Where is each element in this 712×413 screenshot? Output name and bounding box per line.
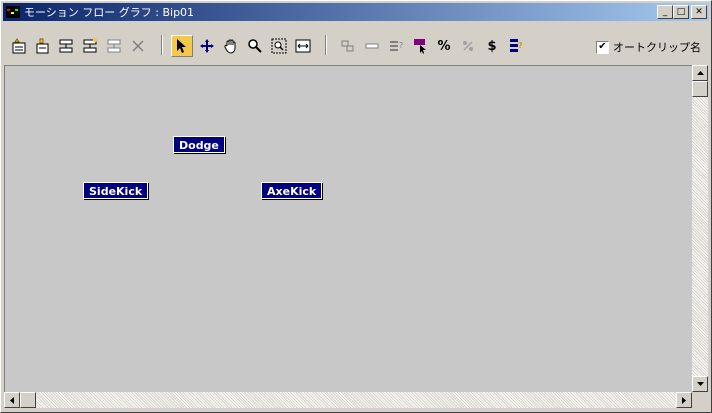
zoom-region-icon[interactable]: [268, 35, 290, 57]
scroll-left-button[interactable]: [4, 392, 20, 408]
optimize-icon[interactable]: ?: [505, 35, 527, 57]
toolbar: ? % $ ? ✔ オートクリップ名: [3, 25, 709, 65]
vertical-scroll-thumb[interactable]: [692, 81, 708, 97]
title-bar[interactable]: モーション フロー グラフ : Bip01 _ □ ✕: [3, 3, 709, 21]
arrow-down-icon: [696, 382, 704, 386]
dollar-icon[interactable]: $: [481, 35, 503, 57]
move-tool-icon[interactable]: [196, 35, 218, 57]
app-icon: [5, 5, 21, 19]
motion-flow-window: モーション フロー グラフ : Bip01 _ □ ✕ ? % $ ? ✔ オー…: [0, 0, 712, 413]
svg-text:?: ?: [518, 41, 523, 50]
zoom-icon[interactable]: [244, 35, 266, 57]
scroll-up-button[interactable]: [692, 65, 708, 81]
pan-hand-icon[interactable]: [220, 35, 242, 57]
close-icon: ✕: [695, 7, 703, 17]
autoclip-checkbox[interactable]: ✔ オートクリップ名: [596, 39, 701, 55]
select-random-start-icon[interactable]: [409, 35, 431, 57]
arrow-right-icon: [682, 396, 686, 404]
show-graph-icon[interactable]: [55, 35, 77, 57]
horizontal-scrollbar[interactable]: [4, 392, 692, 408]
motion-node-sidekick[interactable]: SideKick: [83, 182, 149, 199]
minimize-button[interactable]: _: [657, 5, 673, 19]
properties-icon[interactable]: ?: [385, 35, 407, 57]
arrow-up-icon: [696, 71, 704, 75]
toolbar-separator: [161, 35, 163, 55]
motion-node-axekick[interactable]: AxeKick: [261, 182, 323, 199]
add-clip-icon[interactable]: [79, 35, 101, 57]
scroll-down-button[interactable]: [692, 376, 708, 392]
scroll-right-button[interactable]: [676, 392, 692, 408]
disabled-percent-icon[interactable]: [457, 35, 479, 57]
graph-canvas[interactable]: Dodge SideKick AxeKick: [4, 65, 693, 393]
autoclip-label: オートクリップ名: [613, 41, 701, 54]
horizontal-scroll-thumb[interactable]: [20, 392, 36, 408]
percent-icon[interactable]: %: [433, 35, 455, 57]
window-title: モーション フロー グラフ : Bip01: [24, 6, 195, 19]
add-transition-icon[interactable]: [103, 35, 125, 57]
delete-icon[interactable]: [127, 35, 149, 57]
toolbar-separator: [325, 35, 327, 55]
zoom-extents-icon[interactable]: [292, 35, 314, 57]
maximize-button[interactable]: □: [673, 5, 689, 19]
svg-text:?: ?: [399, 41, 403, 50]
clip-bar-icon[interactable]: [361, 35, 383, 57]
maximize-icon: □: [676, 7, 686, 17]
motion-node-dodge[interactable]: Dodge: [173, 136, 225, 153]
arrow-left-icon: [10, 396, 14, 404]
open-script-icon[interactable]: [31, 35, 53, 57]
select-tool-icon[interactable]: [171, 35, 193, 57]
scrollbar-corner: [692, 392, 708, 408]
vertical-scrollbar[interactable]: [692, 65, 708, 392]
random-path-icon[interactable]: [337, 35, 359, 57]
close-button[interactable]: ✕: [691, 5, 707, 19]
minimize-icon: _: [662, 7, 668, 17]
create-script-icon[interactable]: [8, 35, 30, 57]
checkbox-box[interactable]: ✔: [596, 40, 609, 54]
